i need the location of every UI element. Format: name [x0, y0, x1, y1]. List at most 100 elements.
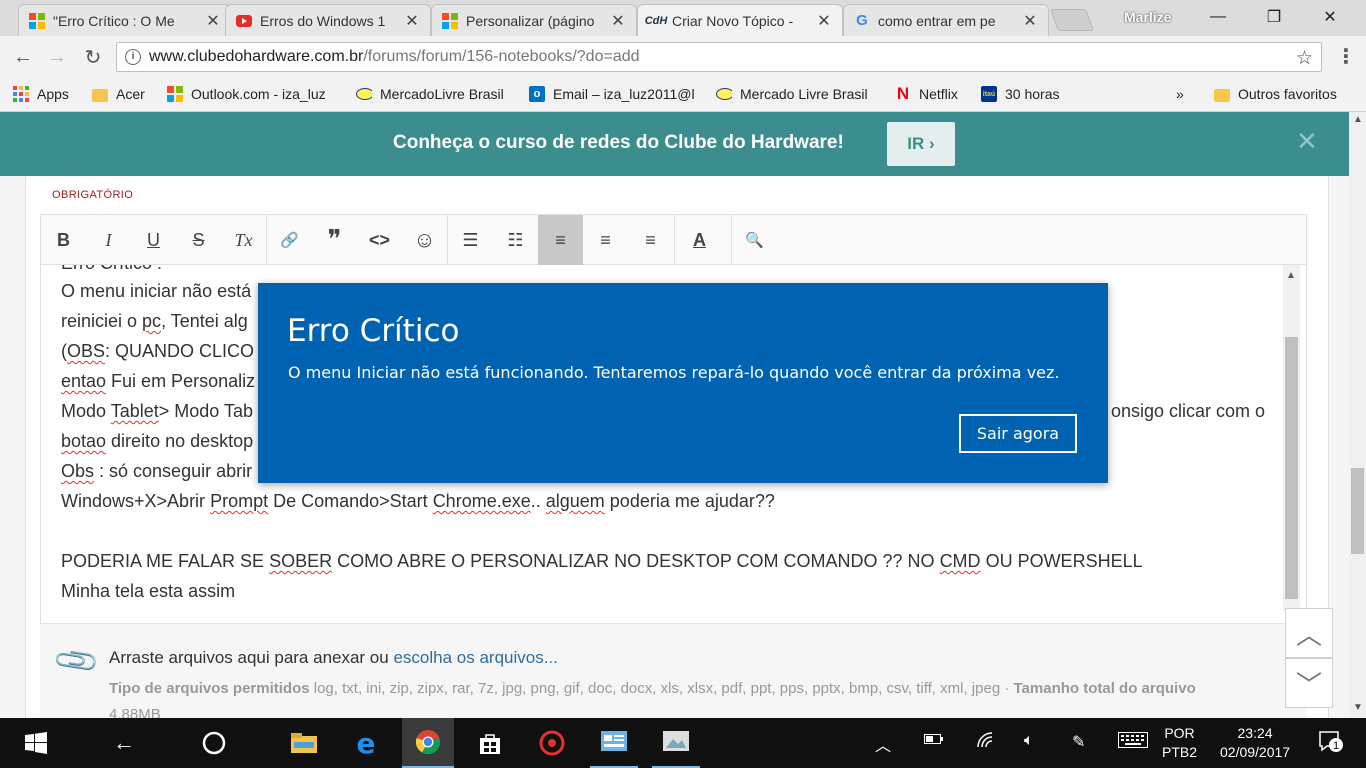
apps-grid-icon [13, 86, 29, 102]
editor-line: onsigo clicar com o [1111, 401, 1266, 421]
url-text: www.clubedohardware.com.br/forums/forum/… [149, 48, 640, 66]
bookmark-acer[interactable]: Acer [92, 84, 145, 104]
bookmark-label: Apps [37, 86, 69, 102]
editor-line: Windows+X>Abrir Prompt De Comando>Start … [61, 491, 775, 511]
tab-google-search[interactable]: G como entrar em pe ✕ [843, 4, 1049, 36]
bookmark-outlook[interactable]: Outlook.com - iza_luz [167, 84, 326, 104]
profile-name[interactable]: Marlize [1124, 9, 1171, 25]
address-bar[interactable]: i www.clubedohardware.com.br/forums/foru… [116, 42, 1322, 72]
bookmark-star-icon[interactable]: ☆ [1296, 47, 1313, 70]
numbered-list-icon[interactable]: ☷ [493, 215, 538, 265]
banner-ir-button[interactable]: IR › [887, 122, 955, 166]
google-icon: G [856, 12, 868, 29]
tab-close-icon[interactable]: ✕ [816, 11, 832, 31]
editor-scrollbar[interactable]: ▲ [1283, 265, 1300, 611]
tab-title: Erros do Windows 1 [260, 12, 386, 29]
link-icon[interactable]: 🔗 [267, 215, 312, 265]
tab-erro-critico[interactable]: "Erro Crítico : O Me ✕ [18, 4, 232, 36]
control-panel-icon[interactable] [590, 718, 638, 768]
editor-scroll-thumb[interactable] [1285, 337, 1298, 599]
store-icon[interactable] [466, 718, 514, 768]
maximize-icon[interactable]: ❐ [1246, 0, 1302, 34]
clock-date: 02/09/2017 [1220, 744, 1291, 760]
page-scroll-thumb[interactable] [1351, 468, 1364, 554]
info-icon[interactable]: i [125, 49, 141, 65]
editor-line: Erro Crítico : [61, 265, 162, 274]
back-arrow-icon[interactable]: ← [100, 718, 148, 768]
windows-start-icon [25, 732, 47, 754]
tab-personalizar[interactable]: Personalizar (págino ✕ [431, 4, 637, 36]
input-language[interactable]: POR PTB2 [1162, 724, 1197, 762]
bookmark-netflix[interactable]: N Netflix [895, 84, 958, 104]
tab-close-icon[interactable]: ✕ [404, 11, 420, 31]
windows-taskbar: ← e ︿ 🔈︎ ✎ POR PTB2 23:24 02/09/2017 1 [0, 718, 1366, 768]
choose-files-link[interactable]: escolha os arquivos... [393, 648, 557, 667]
action-center-icon[interactable]: 1 [1318, 728, 1344, 759]
minimize-icon[interactable]: — [1190, 0, 1246, 34]
bold-button[interactable]: B [41, 215, 86, 265]
folder-icon [1214, 88, 1230, 102]
bookmark-label: Netflix [919, 86, 958, 102]
italic-button[interactable]: I [86, 215, 131, 265]
banner-close-icon[interactable]: ✕ [1296, 126, 1318, 157]
dialog-title: Erro Crítico [287, 313, 460, 349]
emoji-icon[interactable]: ☺ [402, 215, 447, 265]
start-button[interactable] [12, 718, 60, 768]
bookmark-email[interactable]: o Email – iza_luz2011@l [529, 84, 695, 104]
bulleted-list-icon[interactable]: ☰ [448, 215, 493, 265]
show-hidden-icons-icon[interactable]: ︿ [875, 732, 891, 756]
security-app-icon[interactable] [528, 718, 576, 768]
align-right-icon[interactable]: ≡ [628, 215, 673, 265]
text-color-icon[interactable]: A [677, 215, 722, 265]
clock-time: 23:24 [1237, 725, 1273, 741]
chrome-menu-icon[interactable]: ⋮ [1336, 44, 1356, 69]
battery-icon[interactable] [924, 732, 944, 750]
back-icon[interactable]: ← [10, 44, 36, 70]
quote-icon[interactable]: ❞ [312, 215, 357, 265]
new-tab-button[interactable] [1049, 9, 1095, 31]
clock[interactable]: 23:24 02/09/2017 [1220, 724, 1290, 762]
photo-viewer-icon[interactable] [652, 718, 700, 768]
forward-icon[interactable]: → [44, 44, 70, 70]
wifi-icon[interactable] [976, 732, 996, 753]
tab-close-icon[interactable]: ✕ [1022, 11, 1038, 31]
preview-icon[interactable]: 🔍 [732, 215, 777, 265]
attachment-dropzone[interactable]: 📎 Arraste arquivos aqui para anexar ou e… [40, 623, 1307, 718]
reload-icon[interactable]: ↻ [80, 44, 106, 70]
code-icon[interactable]: <> [357, 215, 402, 265]
file-explorer-icon[interactable] [280, 718, 328, 768]
paperclip-icon: 📎 [51, 636, 102, 687]
edge-icon[interactable]: e [342, 718, 390, 768]
page-scrollbar[interactable]: ▲ ▼ [1349, 112, 1366, 718]
align-left-icon[interactable]: ≡ [538, 215, 583, 265]
pen-icon[interactable]: ✎ [1072, 732, 1085, 752]
bookmark-mercado-livre[interactable]: Mercado Livre Brasil [716, 84, 868, 104]
tab-close-icon[interactable]: ✕ [205, 11, 221, 31]
scroll-up-arrow-icon[interactable]: ▲ [1286, 270, 1296, 281]
tab-erros-do-windows[interactable]: Erros do Windows 1 ✕ [225, 4, 431, 36]
bookmarks-overflow-icon[interactable]: » [1176, 84, 1184, 104]
volume-icon[interactable]: 🔈︎ [1024, 732, 1034, 750]
scroll-to-top-icon[interactable]: ︿ [1285, 608, 1333, 658]
bookmark-apps[interactable]: Apps [13, 84, 69, 104]
tab-close-icon[interactable]: ✕ [610, 11, 626, 31]
youtube-icon [236, 13, 252, 29]
bookmark-mercadolivre[interactable]: MercadoLivre Brasil [356, 84, 504, 104]
clear-format-button[interactable]: Tx [221, 215, 266, 265]
bookmark-30-horas[interactable]: itaú 30 horas [981, 84, 1059, 104]
netflix-icon: N [896, 84, 910, 103]
banner-text: Conheça o curso de redes do Clube do Har… [393, 132, 844, 153]
scroll-up-arrow-icon[interactable]: ▲ [1353, 114, 1363, 125]
cortana-icon[interactable] [190, 718, 238, 768]
strikethrough-button[interactable]: S [176, 215, 221, 265]
bookmark-other-favorites[interactable]: Outros favoritos [1214, 84, 1337, 104]
scroll-to-bottom-icon[interactable]: ﹀ [1285, 658, 1333, 708]
tab-criar-novo-topico[interactable]: CdH Criar Novo Tópico - ✕ [637, 4, 843, 36]
close-window-icon[interactable]: ✕ [1302, 0, 1358, 34]
touch-keyboard-icon[interactable] [1118, 732, 1148, 753]
align-center-icon[interactable]: ≡ [583, 215, 628, 265]
scroll-down-arrow-icon[interactable]: ▼ [1353, 702, 1363, 713]
chrome-taskbar-icon[interactable] [402, 718, 454, 768]
sign-out-button[interactable]: Sair agora [959, 414, 1077, 453]
underline-button[interactable]: U [131, 215, 176, 265]
